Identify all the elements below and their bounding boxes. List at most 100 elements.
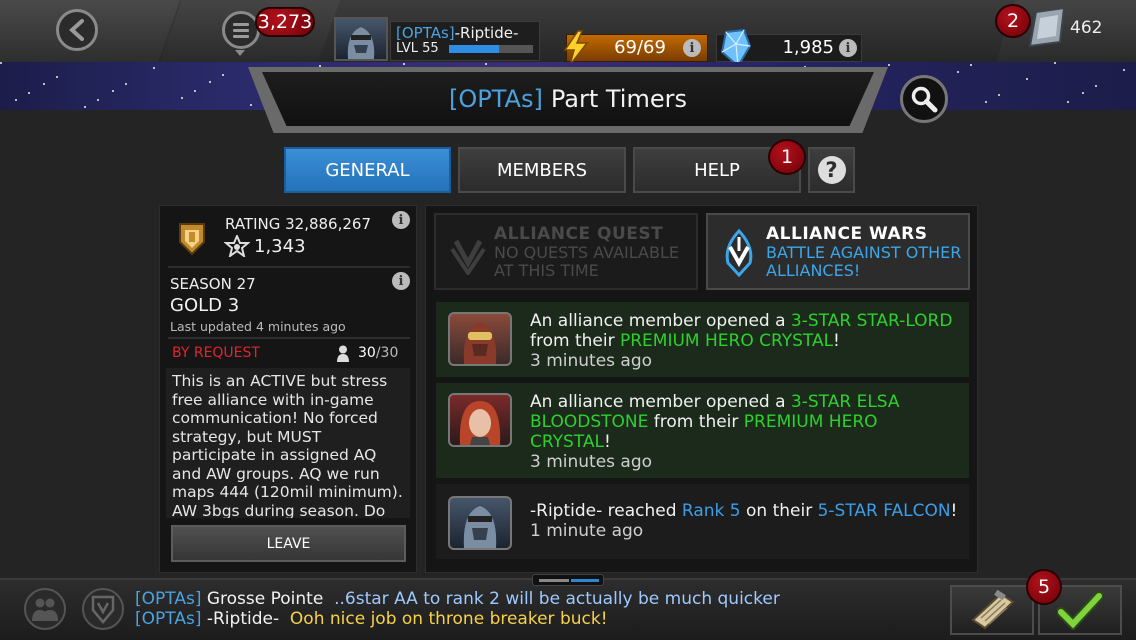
gold-value: 462 [1070, 18, 1103, 38]
feed-message: An alliance member opened a 3-STAR ELSA … [530, 392, 900, 452]
banner-star [1054, 62, 1056, 64]
chat-tag: [OPTAs] [135, 589, 202, 609]
banner-star [153, 67, 155, 69]
divider [168, 266, 410, 268]
alliance-quest-icon [450, 239, 486, 275]
feed-time: 1 minute ago [530, 521, 644, 541]
quest-log-button[interactable] [950, 585, 1034, 635]
membership-type: BY REQUEST [172, 345, 260, 361]
xp-progress-fill [449, 45, 500, 53]
feed-highlight: 3-STAR STAR-LORD [790, 311, 953, 331]
tab-general[interactable]: GENERAL [284, 147, 451, 193]
chat-sender: -Riptide- [206, 609, 280, 629]
dropdown-arrow-icon [235, 50, 245, 56]
alliance-wars-card[interactable]: ALLIANCE WARS BATTLE AGAINST OTHER ALLIA… [706, 213, 970, 290]
banner-star [56, 76, 58, 78]
banner-star [888, 64, 890, 66]
feed-item: An alliance member opened a 3-STAR ELSA … [436, 383, 969, 478]
banner-star [194, 90, 196, 92]
menu-button[interactable] [222, 11, 260, 49]
chat-message: [OPTAs] Grosse Pointe ..6star AA to rank… [135, 589, 780, 609]
energy-info-icon[interactable]: i [683, 39, 701, 57]
alliance-quest-title: ALLIANCE QUEST [494, 224, 664, 244]
profile-player-name: -Riptide- [454, 24, 519, 42]
feed-message: An alliance member opened a 3-STAR STAR-… [530, 311, 953, 351]
units-info-icon[interactable]: i [839, 39, 857, 57]
war-rating-icon [224, 235, 250, 257]
checkmark-icon [1057, 591, 1103, 630]
banner-star [181, 97, 183, 99]
star-lord-avatar [448, 312, 512, 366]
alliance-activity-panel: ALLIANCE QUEST NO QUESTS AVAILABLE AT TH… [425, 205, 978, 573]
banner-star [0, 62, 2, 64]
alliance-wars-icon [725, 229, 753, 277]
banner-star [998, 94, 1000, 96]
help-button[interactable]: ? [808, 147, 855, 193]
banner-star [125, 83, 127, 85]
banner-star [319, 65, 321, 67]
help-notification-badge: 1 [768, 139, 806, 175]
chat-text: ..6star AA to rank 2 will be actually be… [334, 589, 780, 609]
alliance-tag: [OPTAs] [449, 85, 543, 113]
chat-sender: Grosse Pointe [206, 589, 324, 609]
season-label: SEASON 27 [170, 275, 256, 293]
banner-star [957, 71, 959, 73]
alliance-description[interactable]: This is an ACTIVE but stress free allian… [166, 368, 410, 518]
back-button[interactable] [56, 9, 98, 51]
units-value: 1,985 [782, 37, 834, 58]
season-info-icon[interactable]: i [392, 272, 410, 290]
hero-portrait-icon [463, 506, 497, 548]
banner-star [970, 64, 972, 66]
banner-star [485, 63, 487, 65]
profile-avatar[interactable] [334, 17, 388, 61]
divider [168, 337, 410, 339]
chat-expand-handle[interactable] [532, 574, 604, 586]
alliance-quest-card[interactable]: ALLIANCE QUEST NO QUESTS AVAILABLE AT TH… [434, 213, 698, 290]
rating-label: RATING 32,886,267 [225, 215, 371, 233]
banner-star [43, 83, 45, 85]
clipboard-icon [971, 590, 1015, 630]
alliance-info-panel: RATING 32,886,267 i 1,343 SEASON 27 i GO… [159, 205, 417, 573]
season-tier: GOLD 3 [170, 295, 240, 316]
banner-star [403, 63, 405, 65]
alliance-title: [OPTAs] Part Timers [262, 72, 874, 126]
gold-bars-icon[interactable] [1026, 6, 1070, 48]
tab-members[interactable]: MEMBERS [458, 147, 626, 193]
alliance-crest-icon [179, 223, 205, 256]
shield-icon [91, 595, 115, 624]
profile-level: LVL 55 [396, 41, 439, 56]
hero-portrait-icon [459, 401, 501, 445]
profile-alliance-tag: [OPTAs] [396, 24, 455, 42]
lightning-energy-icon [563, 30, 589, 66]
banner-star [209, 81, 211, 83]
falcon-avatar [448, 496, 512, 550]
banner-star [1026, 78, 1028, 80]
leave-button[interactable]: LEAVE [171, 525, 406, 562]
banner-star [84, 106, 86, 108]
profile-name: [OPTAs]-Riptide- [396, 24, 518, 42]
people-icon [32, 598, 58, 621]
search-button[interactable] [900, 75, 948, 123]
alliance-name: Part Timers [550, 85, 687, 113]
banner-star [28, 92, 30, 94]
chevron-left-icon [69, 19, 84, 41]
question-mark-icon: ? [817, 156, 846, 184]
friends-button[interactable] [24, 588, 66, 630]
chat-message: [OPTAs] -Riptide- Ooh nice job on throne… [135, 609, 608, 629]
member-count-current: 30 [358, 345, 376, 361]
banner-star [985, 101, 987, 103]
banner-star [112, 90, 114, 92]
banner-star [97, 99, 99, 101]
banner-star [1095, 85, 1097, 87]
feed-message: -Riptide- reached Rank 5 on their 5-STAR… [530, 501, 958, 521]
search-icon [911, 86, 938, 113]
banner-star [1082, 92, 1084, 94]
hero-portrait-icon [347, 27, 375, 59]
alliance-chat-button[interactable] [82, 588, 124, 630]
elsa-bloodstone-avatar [448, 393, 512, 447]
banner-star [1123, 69, 1125, 71]
member-person-icon [337, 345, 349, 362]
feed-time: 3 minutes ago [530, 351, 653, 371]
rating-info-icon[interactable]: i [392, 211, 410, 229]
feed-highlight: Rank 5 [681, 501, 741, 521]
